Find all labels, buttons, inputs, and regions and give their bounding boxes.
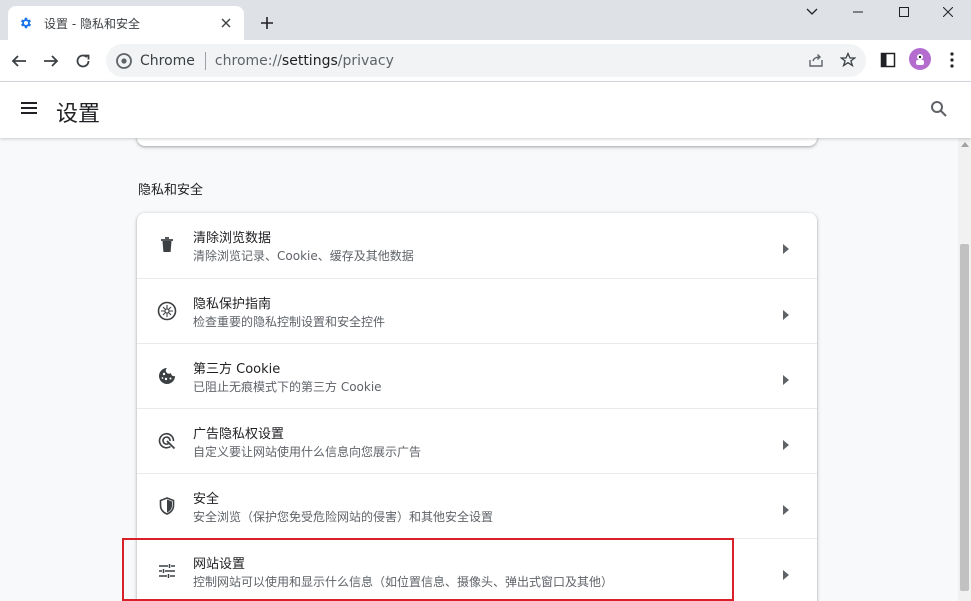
row-sublabel: 控制网站可以使用和显示什么信息（如位置信息、摄像头、弹出式窗口及其他）	[193, 575, 614, 589]
profile-avatar[interactable]	[909, 48, 931, 70]
bookmark-star-icon[interactable]	[836, 48, 860, 72]
chevron-right-icon	[783, 305, 793, 320]
privacy-row-security[interactable]: 安全 安全浏览（保护您免受危险网站的侵害）和其他安全设置	[137, 473, 817, 538]
row-label: 隐私保护指南	[193, 297, 272, 312]
omnibox[interactable]: Chrome chrome://settings/privacy	[106, 44, 866, 77]
privacy-row-third-party-cookies[interactable]: 第三方 Cookie 已阻止无痕模式下的第三方 Cookie	[137, 343, 817, 408]
settings-gear-icon	[18, 15, 34, 31]
side-panel-icon[interactable]	[876, 48, 900, 72]
share-icon[interactable]	[804, 48, 828, 72]
chevron-right-icon	[783, 370, 793, 385]
privacy-row-clear-browsing-data[interactable]: 清除浏览数据 清除浏览记录、Cookie、缓存及其他数据	[137, 213, 817, 278]
compass-icon	[157, 301, 177, 321]
chevron-right-icon	[783, 500, 793, 515]
reload-button[interactable]	[69, 47, 97, 75]
new-tab-button[interactable]	[256, 12, 278, 34]
back-button[interactable]	[5, 47, 33, 75]
tab-title: 设置 - 隐私和安全	[44, 16, 140, 31]
tune-icon	[157, 561, 177, 581]
site-chip-label: Chrome	[140, 52, 195, 69]
page-scrollbar[interactable]	[958, 138, 971, 601]
tab-close-icon[interactable]	[218, 15, 234, 31]
chevron-right-icon	[783, 239, 793, 254]
previous-card-edge	[137, 138, 817, 146]
row-label: 安全	[193, 492, 220, 507]
privacy-row-site-settings[interactable]: 网站设置 控制网站可以使用和显示什么信息（如位置信息、摄像头、弹出式窗口及其他）	[137, 538, 817, 601]
search-icon[interactable]	[930, 100, 950, 120]
chevron-right-icon	[783, 565, 793, 580]
cookie-icon	[157, 366, 177, 386]
tab-strip: 设置 - 隐私和安全	[0, 0, 971, 40]
chevron-right-icon	[783, 435, 793, 450]
tab-search-chevron-icon[interactable]	[789, 0, 835, 24]
window-close-icon[interactable]	[925, 0, 971, 24]
scroll-thumb[interactable]	[960, 244, 969, 591]
settings-content: 隐私和安全 清除浏览数据 清除浏览记录、Cookie、缓存及其他数据 隐私保护指…	[0, 138, 958, 601]
row-sublabel: 安全浏览（保护您免受危险网站的侵害）和其他安全设置	[193, 510, 494, 524]
ad-privacy-icon	[157, 431, 177, 451]
row-sublabel: 检查重要的隐私控制设置和安全控件	[193, 315, 386, 329]
privacy-row-ad-privacy[interactable]: 广告隐私权设置 自定义要让网站使用什么信息向您展示广告	[137, 408, 817, 473]
privacy-card: 清除浏览数据 清除浏览记录、Cookie、缓存及其他数据 隐私保护指南 检查重要…	[137, 213, 817, 601]
scroll-up-arrow-icon[interactable]	[961, 142, 969, 147]
chrome-logo-icon[interactable]	[116, 52, 132, 69]
trash-icon	[157, 235, 177, 255]
url-text[interactable]: chrome://settings/privacy	[215, 53, 394, 69]
row-sublabel: 清除浏览记录、Cookie、缓存及其他数据	[193, 249, 414, 263]
omnibox-divider	[204, 51, 206, 70]
row-label: 清除浏览数据	[193, 231, 272, 246]
section-title: 隐私和安全	[138, 183, 204, 198]
row-sublabel: 自定义要让网站使用什么信息向您展示广告	[193, 445, 422, 459]
shield-icon	[157, 496, 177, 516]
row-label: 广告隐私权设置	[193, 427, 285, 442]
row-label: 网站设置	[193, 557, 246, 572]
kebab-menu-icon[interactable]	[940, 48, 964, 72]
hamburger-menu-icon[interactable]	[20, 100, 42, 120]
page-title: 设置	[56, 102, 101, 127]
row-label: 第三方 Cookie	[193, 362, 281, 377]
privacy-row-privacy-guide[interactable]: 隐私保护指南 检查重要的隐私控制设置和安全控件	[137, 278, 817, 343]
minimize-icon[interactable]	[835, 0, 881, 24]
browser-toolbar: Chrome chrome://settings/privacy	[0, 40, 971, 82]
maximize-icon[interactable]	[881, 0, 927, 24]
row-sublabel: 已阻止无痕模式下的第三方 Cookie	[193, 380, 382, 394]
settings-header: 设置	[0, 82, 971, 138]
forward-button[interactable]	[37, 47, 65, 75]
tab-settings[interactable]: 设置 - 隐私和安全	[8, 6, 244, 40]
